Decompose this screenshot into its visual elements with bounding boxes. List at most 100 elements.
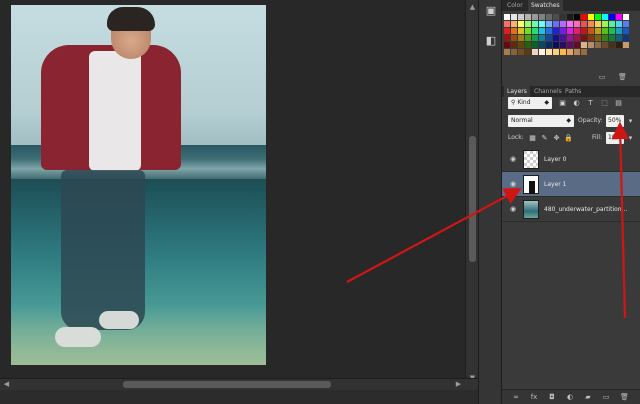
horizontal-scroll-thumb[interactable] <box>123 381 331 388</box>
swatch-cell[interactable] <box>588 21 594 27</box>
swatch-cell[interactable] <box>581 28 587 34</box>
link-icon[interactable]: ∞ <box>512 393 520 401</box>
tab-layers[interactable]: Layers <box>504 86 530 97</box>
swatch-cell[interactable] <box>581 21 587 27</box>
swatch-cell[interactable] <box>504 35 510 41</box>
swatch-cell[interactable] <box>560 42 566 48</box>
canvas-workspace[interactable]: ▲ ▼ ◀ ▶ <box>0 0 478 390</box>
layer-row-background[interactable]: ◉ 480_underwater_partition... <box>502 197 640 222</box>
swatch-cell[interactable] <box>546 42 552 48</box>
swatch-cell[interactable] <box>567 14 573 20</box>
history-icon[interactable]: ▣ <box>484 4 498 18</box>
swatch-cell[interactable] <box>532 28 538 34</box>
swatch-cell[interactable] <box>532 42 538 48</box>
swatch-cell[interactable] <box>525 21 531 27</box>
trash-icon[interactable]: 🗑 <box>620 393 629 401</box>
swatch-cell[interactable] <box>511 35 517 41</box>
swatch-cell[interactable] <box>574 35 580 41</box>
swatch-cell[interactable] <box>567 21 573 27</box>
swatch-cell[interactable] <box>553 28 559 34</box>
swatch-cell[interactable] <box>532 21 538 27</box>
eye-icon[interactable]: ◉ <box>508 180 518 189</box>
layer-thumbnail[interactable] <box>523 200 539 219</box>
kind-filter-select[interactable]: ⚲ Kind ◆ <box>508 97 552 109</box>
swatch-cell[interactable] <box>595 35 601 41</box>
opacity-dropdown-icon[interactable]: ▾ <box>626 116 635 126</box>
swatch-cell[interactable] <box>553 14 559 20</box>
swatch-cell[interactable] <box>532 49 538 55</box>
swatch-cell[interactable] <box>511 28 517 34</box>
vertical-scroll-thumb[interactable] <box>469 136 476 262</box>
swatch-cell[interactable] <box>623 14 629 20</box>
swatch-cell[interactable] <box>511 49 517 55</box>
filter-smart-object-icon[interactable]: ▤ <box>614 98 623 108</box>
swatch-cell[interactable] <box>623 35 629 41</box>
swatch-cell[interactable] <box>581 42 587 48</box>
scroll-right-icon[interactable]: ▶ <box>454 380 463 389</box>
swatch-cell[interactable] <box>623 28 629 34</box>
swatch-cell[interactable] <box>574 21 580 27</box>
swatch-grid[interactable] <box>504 14 632 72</box>
swatch-cell[interactable] <box>609 28 615 34</box>
swatch-cell[interactable] <box>539 28 545 34</box>
lock-position-icon[interactable]: ✥ <box>552 133 561 143</box>
swatch-cell[interactable] <box>567 42 573 48</box>
swatch-cell[interactable] <box>546 14 552 20</box>
lock-all-icon[interactable]: 🔒 <box>564 133 573 143</box>
swatch-cell[interactable] <box>609 14 615 20</box>
swatch-cell[interactable] <box>602 28 608 34</box>
swatch-cell[interactable] <box>595 14 601 20</box>
swatch-cell[interactable] <box>595 42 601 48</box>
swatch-cell[interactable] <box>511 42 517 48</box>
swatch-cell[interactable] <box>560 35 566 41</box>
swatch-cell[interactable] <box>623 42 629 48</box>
swatch-cell[interactable] <box>567 28 573 34</box>
swatch-cell[interactable] <box>609 35 615 41</box>
tab-paths[interactable]: Paths <box>562 86 584 97</box>
swatch-cell[interactable] <box>518 14 524 20</box>
filter-adjustment-icon[interactable]: ◐ <box>572 98 581 108</box>
swatch-cell[interactable] <box>539 49 545 55</box>
filter-shape-icon[interactable]: ⬚ <box>600 98 609 108</box>
swatch-cell[interactable] <box>518 21 524 27</box>
swatch-cell[interactable] <box>539 35 545 41</box>
blend-mode-select[interactable]: Normal ◆ <box>508 115 574 127</box>
swatch-cell[interactable] <box>518 49 524 55</box>
swatch-cell[interactable] <box>560 49 566 55</box>
swatch-cell[interactable] <box>539 14 545 20</box>
mask-icon[interactable]: ◘ <box>548 393 556 401</box>
swatch-cell[interactable] <box>532 14 538 20</box>
swatch-cell[interactable] <box>518 42 524 48</box>
lock-transparency-icon[interactable]: ▦ <box>528 133 537 143</box>
swatch-cell[interactable] <box>546 21 552 27</box>
delete-swatch-icon[interactable]: 🗑 <box>618 73 627 81</box>
tab-channels[interactable]: Channels <box>531 86 565 97</box>
swatch-cell[interactable] <box>616 14 622 20</box>
swatch-cell[interactable] <box>581 14 587 20</box>
swatch-cell[interactable] <box>574 14 580 20</box>
document-canvas[interactable] <box>11 5 266 365</box>
swatch-cell[interactable] <box>525 14 531 20</box>
swatch-cell[interactable] <box>539 42 545 48</box>
vertical-scrollbar[interactable]: ▲ ▼ <box>465 0 478 390</box>
folder-icon[interactable]: ▰ <box>584 393 592 401</box>
swatch-cell[interactable] <box>609 42 615 48</box>
swatch-cell[interactable] <box>616 28 622 34</box>
swatch-cell[interactable] <box>504 21 510 27</box>
properties-icon[interactable]: ◧ <box>484 34 498 48</box>
swatch-cell[interactable] <box>532 35 538 41</box>
scroll-left-icon[interactable]: ◀ <box>2 380 11 389</box>
swatch-cell[interactable] <box>553 42 559 48</box>
new-swatch-icon[interactable]: ▭ <box>598 73 606 81</box>
layer-mask-thumbnail[interactable] <box>523 175 539 194</box>
filter-pixel-icon[interactable]: ▣ <box>558 98 567 108</box>
swatch-cell[interactable] <box>518 35 524 41</box>
swatch-cell[interactable] <box>504 14 510 20</box>
swatch-cell[interactable] <box>511 14 517 20</box>
swatch-cell[interactable] <box>595 28 601 34</box>
layer-thumbnail[interactable] <box>523 150 539 169</box>
layer-row-layer0[interactable]: ◉ Layer 0 <box>502 147 640 172</box>
eye-icon[interactable]: ◉ <box>508 205 518 214</box>
swatch-cell[interactable] <box>574 42 580 48</box>
swatch-cell[interactable] <box>525 49 531 55</box>
